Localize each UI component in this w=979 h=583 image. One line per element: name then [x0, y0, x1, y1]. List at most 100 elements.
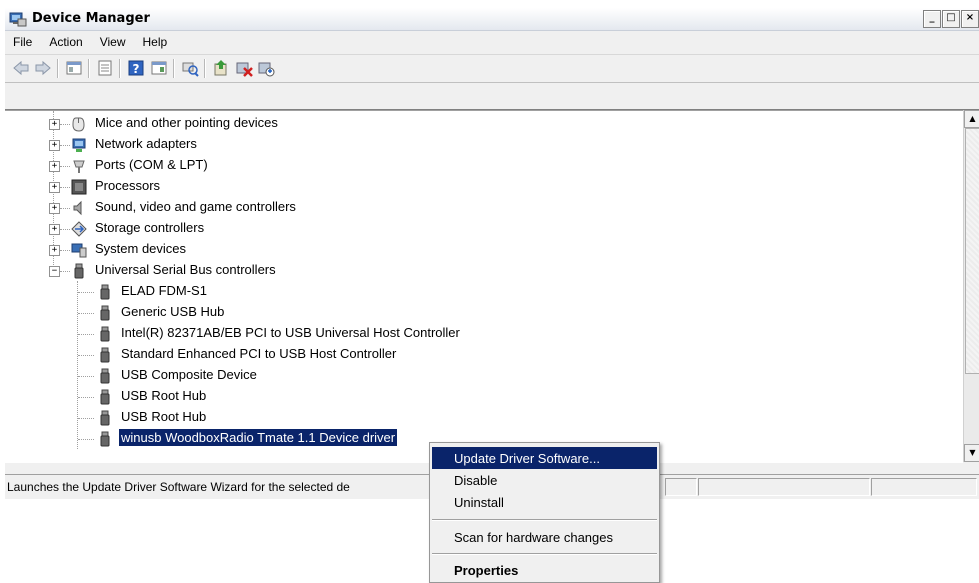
usb-device-item[interactable]: Intel(R) 82371AB/EB PCI to USB Universal… [5, 324, 905, 344]
tree-category-sound[interactable]: + Sound, video and game controllers [5, 198, 905, 218]
menu-item-properties[interactable]: Properties [432, 559, 657, 581]
tree-connector [78, 397, 94, 399]
expand-button[interactable]: + [49, 224, 60, 235]
usb-device-icon [100, 389, 110, 405]
device-tree[interactable]: + Mice and other pointing devices + Netw… [5, 110, 963, 463]
tree-connector [78, 313, 94, 315]
storage-icon [71, 221, 87, 237]
tree-category-label: Universal Serial Bus controllers [95, 262, 276, 277]
update-driver-icon[interactable] [212, 59, 230, 77]
usb-device-label: USB Root Hub [121, 388, 207, 403]
expand-button[interactable]: + [49, 203, 60, 214]
speaker-icon [73, 200, 82, 216]
uninstall-icon[interactable] [235, 59, 253, 77]
tree-category-processors[interactable]: + Processors [5, 177, 905, 197]
disable-icon[interactable] [257, 59, 275, 77]
menu-item-update-driver[interactable]: Update Driver Software... [432, 447, 657, 469]
scroll-up-button[interactable]: ▲ [964, 110, 979, 128]
menu-item-label: Uninstall [454, 495, 504, 510]
usb-device-label: USB Root Hub [121, 409, 207, 424]
usb-device-icon [100, 326, 110, 342]
status-panel [665, 478, 697, 496]
toolbar-separator [119, 59, 121, 78]
tree-connector [78, 439, 94, 441]
toolbar-separator [204, 59, 206, 78]
menu-file[interactable]: File [5, 35, 41, 49]
usb-device-label: Intel(R) 82371AB/EB PCI to USB Universal… [121, 325, 460, 340]
usb-device-icon [100, 410, 110, 426]
action-pane-icon[interactable] [150, 59, 168, 77]
menu-item-uninstall[interactable]: Uninstall [432, 491, 657, 513]
tree-category-usb[interactable]: − Universal Serial Bus controllers [5, 261, 905, 281]
tree-connector [78, 292, 94, 294]
tree-category-storage[interactable]: + Storage controllers [5, 219, 905, 239]
properties-icon[interactable] [96, 59, 114, 77]
show-hide-console-tree-icon[interactable] [65, 59, 83, 77]
status-panel [871, 478, 977, 496]
menu-item-scan-hardware[interactable]: Scan for hardware changes [432, 526, 657, 548]
network-icon [72, 138, 86, 152]
usb-device-item[interactable]: Generic USB Hub [5, 303, 905, 323]
usb-device-label: Generic USB Hub [121, 304, 225, 319]
expand-button[interactable]: + [49, 182, 60, 193]
menu-item-label: Update Driver Software... [454, 451, 600, 466]
port-icon [73, 160, 85, 173]
forward-icon[interactable] [34, 59, 52, 77]
maximize-button[interactable]: □ [942, 10, 960, 28]
expand-button[interactable]: + [49, 161, 60, 172]
menu-item-disable[interactable]: Disable [432, 469, 657, 491]
close-button[interactable]: × [961, 10, 979, 28]
expand-button[interactable]: + [49, 140, 60, 151]
menu-item-label: Properties [454, 563, 519, 578]
tree-category-system[interactable]: + System devices [5, 240, 905, 260]
menu-action[interactable]: Action [41, 35, 91, 49]
menu-view[interactable]: View [92, 35, 135, 49]
device-manager-icon [9, 12, 27, 27]
toolbar-separator [173, 59, 175, 78]
expand-button[interactable]: + [49, 119, 60, 130]
tree-connector [78, 355, 94, 357]
expand-button[interactable]: + [49, 245, 60, 256]
tree-category-label: Network adapters [95, 136, 197, 151]
minimize-button[interactable]: _ [923, 10, 941, 28]
usb-device-icon [100, 284, 110, 300]
tree-connector [78, 334, 94, 336]
usb-device-item[interactable]: Standard Enhanced PCI to USB Host Contro… [5, 345, 905, 365]
help-icon[interactable]: ? [127, 59, 145, 77]
tree-category-network[interactable]: + Network adapters [5, 135, 905, 155]
menu-item-label: Disable [454, 473, 498, 488]
processor-icon [71, 179, 87, 195]
toolbar-separator [88, 59, 90, 78]
tree-connector [60, 229, 70, 231]
mouse-icon [72, 117, 85, 132]
usb-device-item[interactable]: USB Root Hub [5, 387, 905, 407]
tree-category-label: Ports (COM & LPT) [95, 157, 208, 172]
usb-device-item[interactable]: ELAD FDM-S1 [5, 282, 905, 302]
tree-category-mice[interactable]: + Mice and other pointing devices [5, 114, 905, 134]
title-bar[interactable]: Device Manager _ □ × [5, 8, 979, 31]
tree-category-label: Processors [95, 178, 161, 193]
usb-device-icon [100, 431, 110, 447]
back-icon[interactable] [12, 59, 30, 77]
tree-connector [60, 187, 70, 189]
menu-help[interactable]: Help [135, 35, 177, 49]
scan-hardware-icon[interactable] [181, 59, 199, 77]
usb-device-item[interactable]: USB Composite Device [5, 366, 905, 386]
tree-connector [60, 124, 70, 126]
scroll-down-button[interactable]: ▼ [964, 444, 979, 462]
scroll-thumb[interactable] [965, 128, 979, 374]
menu-separator [432, 553, 657, 555]
device-manager-window: Device Manager _ □ × File Action View He… [5, 8, 979, 499]
collapse-button[interactable]: − [49, 266, 60, 277]
tree-category-ports[interactable]: + Ports (COM & LPT) [5, 156, 905, 176]
tree-connector [60, 208, 70, 210]
usb-device-icon [100, 347, 110, 363]
usb-device-label: Standard Enhanced PCI to USB Host Contro… [121, 346, 397, 361]
tree-connector [60, 166, 70, 168]
tree-connector [78, 418, 94, 420]
vertical-scrollbar[interactable]: ▲ ▼ [963, 110, 979, 462]
tree-category-label: Storage controllers [95, 220, 205, 235]
menu-item-label: Scan for hardware changes [454, 530, 613, 545]
tree-connector [60, 250, 70, 252]
usb-device-item[interactable]: USB Root Hub [5, 408, 905, 428]
